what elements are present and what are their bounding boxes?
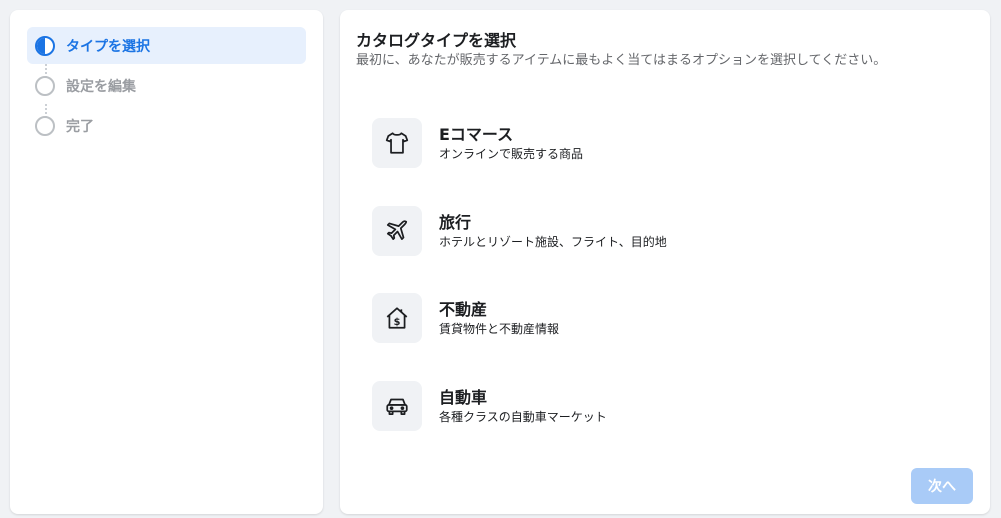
svg-text:$: $: [394, 317, 401, 328]
option-title: Eコマース: [439, 124, 514, 144]
step-edit-settings[interactable]: 設定を編集: [27, 67, 306, 104]
page-title: カタログタイプを選択: [356, 31, 517, 50]
option-description: オンラインで販売する商品: [439, 146, 584, 161]
option-title: 旅行: [439, 212, 472, 232]
option-automotive[interactable]: 自動車 各種クラスの自動車マーケット: [372, 380, 872, 432]
step-progress-icon: [35, 35, 55, 56]
page-subtitle: 最初に、あなたが販売するアイテムに最もよく当てはまるオプションを選択してください…: [356, 53, 887, 68]
step-select-type[interactable]: タイプを選択: [27, 27, 306, 64]
option-ecommerce[interactable]: Eコマース オンラインで販売する商品: [372, 117, 872, 169]
option-title: 不動産: [439, 299, 488, 319]
step-label: 完了: [66, 118, 94, 135]
option-description: 各種クラスの自動車マーケット: [439, 409, 607, 424]
step-label: 設定を編集: [66, 78, 136, 95]
option-travel[interactable]: 旅行 ホテルとリゾート施設、フライト、目的地: [372, 205, 872, 257]
step-complete[interactable]: 完了: [27, 107, 306, 144]
car-icon: [372, 381, 422, 431]
option-description: ホテルとリゾート施設、フライト、目的地: [439, 234, 667, 249]
house-dollar-icon: $: [372, 293, 422, 343]
option-real-estate[interactable]: $ 不動産 賃貸物件と不動産情報: [372, 292, 872, 344]
steps-panel: タイプを選択 設定を編集 完了: [10, 10, 323, 514]
option-title: 自動車: [439, 387, 488, 407]
catalog-type-panel: カタログタイプを選択 最初に、あなたが販売するアイテムに最もよく当てはまるオプシ…: [340, 10, 990, 514]
next-button[interactable]: 次へ: [911, 468, 973, 504]
tshirt-icon: [372, 118, 422, 168]
step-circle-icon: [35, 115, 55, 136]
step-label: タイプを選択: [66, 38, 150, 55]
step-circle-icon: [35, 75, 55, 96]
airplane-icon: [372, 206, 422, 256]
option-description: 賃貸物件と不動産情報: [439, 321, 560, 336]
